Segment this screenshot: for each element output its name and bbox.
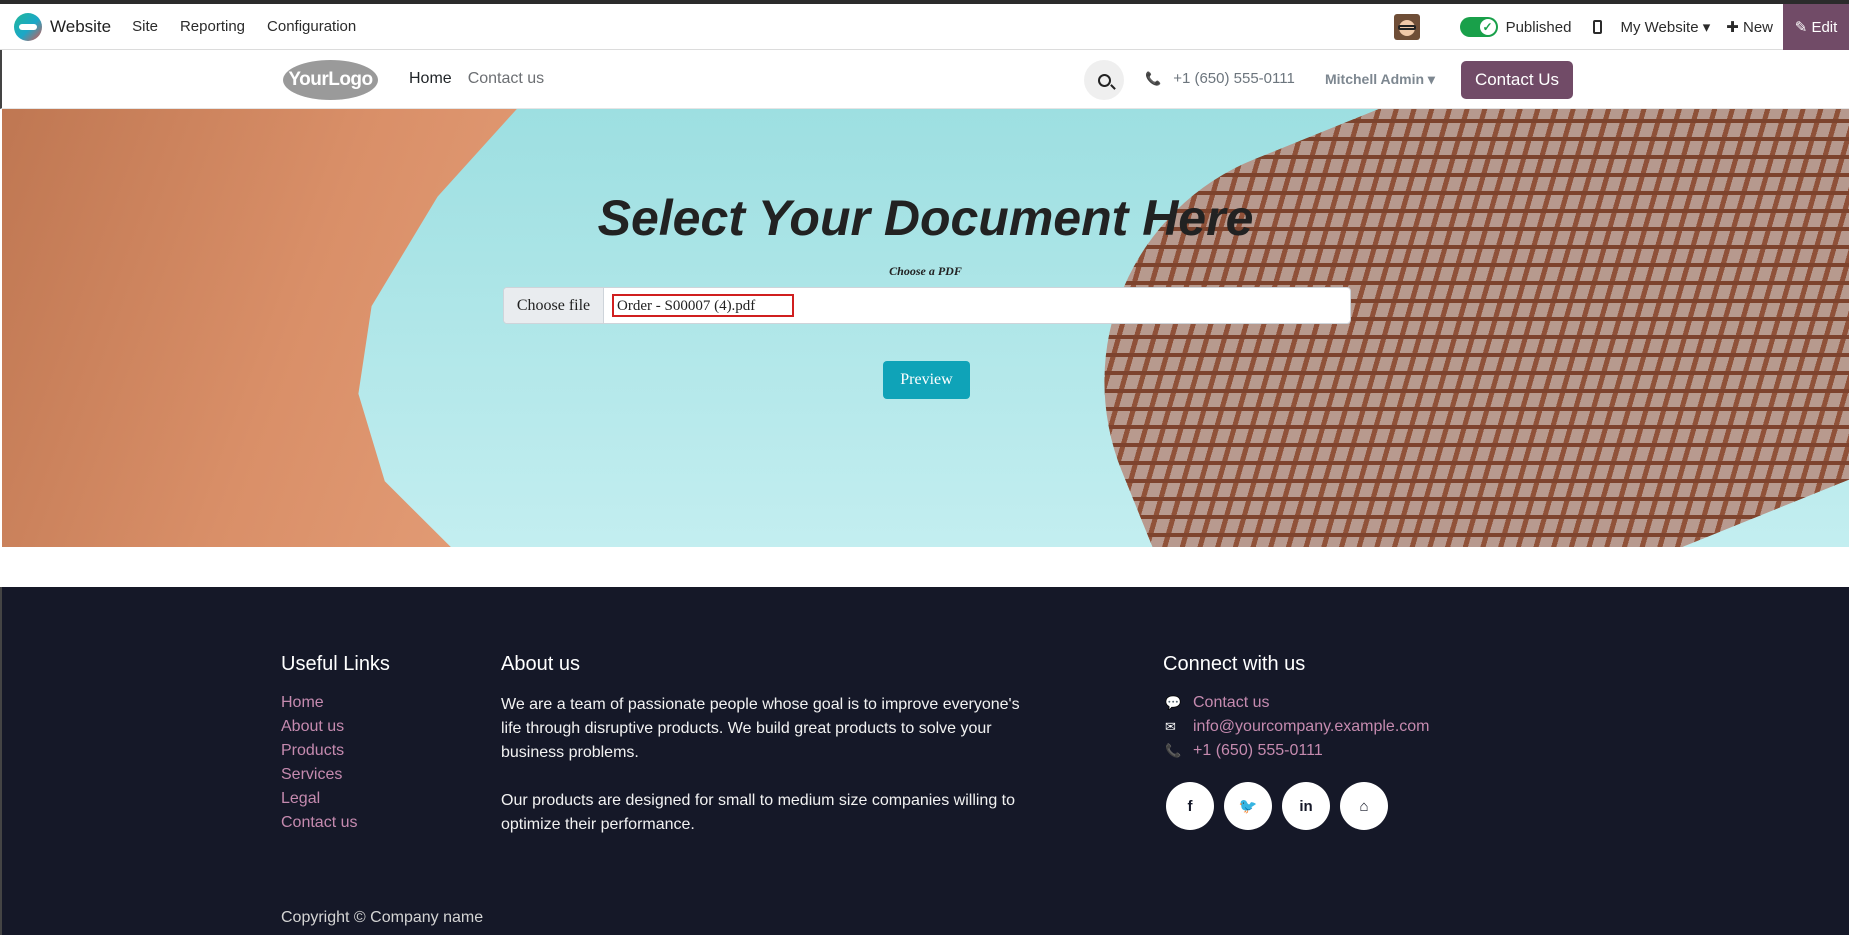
search-button[interactable] — [1084, 60, 1124, 100]
twitter-icon[interactable]: 🐦 — [1224, 782, 1272, 830]
linkedin-icon[interactable]: in — [1282, 782, 1330, 830]
contact-list: 💬 Contact us ✉ info@yourcompany.example.… — [1165, 693, 1430, 761]
published-label: Published — [1505, 18, 1572, 36]
check-icon: ✓ — [1479, 19, 1496, 35]
menu-reporting[interactable]: Reporting — [169, 18, 256, 35]
user-menu[interactable]: Mitchell Admin ▾ — [1325, 71, 1435, 88]
section-spacer — [2, 547, 1849, 587]
contact-link-contact-us[interactable]: Contact us — [1193, 693, 1269, 713]
contact-row: ✉ info@yourcompany.example.com — [1165, 717, 1430, 737]
home-icon[interactable]: ⌂ — [1340, 782, 1388, 830]
phone-icon: 📞 — [1145, 70, 1162, 86]
contact-link-phone[interactable]: +1 (650) 555-0111 — [1193, 741, 1323, 761]
phone-icon: 📞 — [1165, 743, 1182, 758]
publish-toggle[interactable]: ✓ — [1459, 17, 1498, 37]
menu-configuration[interactable]: Configuration — [256, 18, 367, 35]
menu-site[interactable]: Site — [121, 18, 169, 35]
useful-links-title: Useful Links — [281, 653, 390, 675]
pdf-file-input[interactable]: Choose file Order - S00007 (4).pdf — [503, 287, 1351, 324]
contact-row: 💬 Contact us — [1165, 693, 1430, 713]
website-selector[interactable]: My Website ▾ — [1620, 18, 1710, 36]
footer-link-home[interactable]: Home — [281, 693, 357, 713]
contact-link-email[interactable]: info@yourcompany.example.com — [1193, 717, 1430, 737]
footer: Useful Links Home About us Products Serv… — [0, 587, 1849, 935]
preview-button[interactable]: Preview — [883, 361, 970, 399]
odoo-logo-icon — [14, 12, 42, 41]
useful-links-list: Home About us Products Services Legal Co… — [281, 693, 357, 833]
header-phone[interactable]: 📞 +1 (650) 555-0111 — [1145, 70, 1295, 87]
site-nav: Home Contact us — [409, 70, 544, 88]
footer-link-products[interactable]: Products — [281, 741, 357, 761]
about-paragraph-1: We are a team of passionate people whose… — [501, 696, 1020, 761]
facebook-icon[interactable]: f — [1166, 782, 1214, 830]
admin-menu: Site Reporting Configuration — [121, 18, 367, 35]
selected-file-name: Order - S00007 (4).pdf — [612, 294, 794, 317]
nav-contact-us[interactable]: Contact us — [468, 70, 544, 88]
avatar-glasses — [1397, 25, 1416, 30]
nav-home[interactable]: Home — [409, 70, 452, 88]
admin-actions: ✓ Published My Website ▾ ✚ New ✎ Edit — [1393, 4, 1849, 50]
mobile-preview-icon[interactable] — [1593, 20, 1603, 34]
contact-us-button[interactable]: Contact Us — [1461, 61, 1573, 99]
file-input-label: Choose a PDF — [889, 264, 962, 278]
footer-link-legal[interactable]: Legal — [281, 789, 357, 809]
connect-title: Connect with us — [1163, 653, 1306, 675]
new-button[interactable]: ✚ New — [1726, 18, 1773, 36]
user-avatar[interactable] — [1393, 14, 1420, 40]
page-title: Select Your Document Here — [597, 190, 1254, 246]
app-switcher[interactable]: Website — [14, 4, 111, 50]
admin-bar: Website Site Reporting Configuration ✓ P… — [0, 0, 1849, 50]
social-links: f 🐦 in ⌂ — [1166, 782, 1388, 830]
search-icon — [1097, 73, 1111, 87]
footer-link-about-us[interactable]: About us — [281, 717, 357, 737]
comment-icon: 💬 — [1165, 695, 1182, 710]
header-phone-number: +1 (650) 555-0111 — [1173, 70, 1295, 87]
about-paragraph-2: Our products are designed for small to m… — [501, 792, 1016, 833]
choose-file-button[interactable]: Choose file — [504, 288, 604, 323]
site-logo[interactable]: YourLogo — [283, 60, 378, 100]
app-name: Website — [50, 16, 112, 36]
footer-link-contact-us[interactable]: Contact us — [281, 813, 357, 833]
hero-section: Select Your Document Here Choose a PDF C… — [2, 109, 1849, 547]
about-text: We are a team of passionate people whose… — [501, 693, 1041, 837]
about-title: About us — [501, 653, 580, 675]
envelope-icon: ✉ — [1165, 719, 1176, 734]
edit-button[interactable]: ✎ Edit — [1783, 4, 1849, 50]
contact-row: 📞 +1 (650) 555-0111 — [1165, 741, 1430, 761]
footer-link-services[interactable]: Services — [281, 765, 357, 785]
copyright: Copyright © Company name — [281, 909, 484, 926]
site-header: YourLogo Home Contact us 📞 +1 (650) 555-… — [0, 50, 1849, 109]
